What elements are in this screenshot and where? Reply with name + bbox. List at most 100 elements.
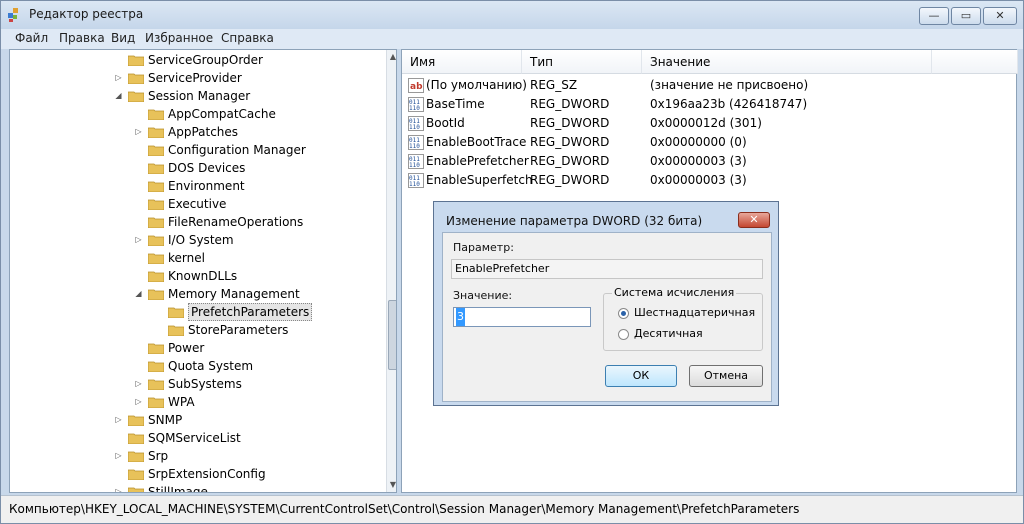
- value-row[interactable]: 011 110 EnableSuperfetch REG_DWORD 0x0000000…: [402, 171, 1018, 190]
- tree-node[interactable]: ▷ StillImage: [10, 483, 380, 492]
- minimize-button[interactable]: —: [919, 7, 949, 25]
- tree-node[interactable]: DOS Devices: [10, 159, 380, 177]
- tree-node[interactable]: ▷ SubSystems: [10, 375, 380, 393]
- tree-node-label: SNMP: [148, 413, 183, 427]
- tree-node-label: Quota System: [168, 359, 254, 373]
- tree-node[interactable]: ▷ Srp: [10, 447, 380, 465]
- dialog-title: Изменение параметра DWORD (32 бита): [446, 214, 703, 228]
- tree-expander-icon[interactable]: ▷: [134, 235, 143, 244]
- tree-expander-icon[interactable]: ▷: [114, 73, 123, 82]
- scroll-down-arrow[interactable]: ▼: [387, 478, 396, 492]
- tree-node[interactable]: ▷ I/O System: [10, 231, 380, 249]
- value-row[interactable]: 011 110 EnableBootTrace REG_DWORD 0x00000000…: [402, 133, 1018, 152]
- folder-icon: [128, 433, 144, 444]
- tree-node[interactable]: SQMServiceList: [10, 429, 380, 447]
- tree-node-label: Environment: [168, 179, 245, 193]
- svg-text:110: 110: [409, 105, 420, 112]
- tree-node[interactable]: Environment: [10, 177, 380, 195]
- tree-scrollbar[interactable]: ▲ ▼: [386, 50, 396, 492]
- folder-icon: [148, 163, 164, 174]
- column-header-type[interactable]: Тип: [522, 50, 642, 74]
- menu-help[interactable]: Справка: [221, 31, 274, 45]
- value-row[interactable]: ab (По умолчанию) REG_SZ (значение не присв…: [402, 76, 1018, 95]
- tree-node-label: WPA: [168, 395, 195, 409]
- tree-node[interactable]: kernel: [10, 249, 380, 267]
- tree-node[interactable]: Quota System: [10, 357, 380, 375]
- folder-icon: [148, 271, 164, 282]
- binary-value-icon: 011110: [408, 173, 424, 188]
- tree-expander-icon[interactable]: ◢: [114, 91, 123, 100]
- tree-node[interactable]: FileRenameOperations: [10, 213, 380, 231]
- folder-icon: [148, 181, 164, 192]
- radio-hex[interactable]: [618, 308, 629, 319]
- tree-expander-icon[interactable]: ◢: [134, 289, 143, 298]
- tree-node[interactable]: ▷ SNMP: [10, 411, 380, 429]
- cancel-button[interactable]: Отмена: [689, 365, 763, 387]
- maximize-button[interactable]: ▭: [951, 7, 981, 25]
- tree-node[interactable]: ◢ Memory Management: [10, 285, 380, 303]
- tree-node[interactable]: StoreParameters: [10, 321, 380, 339]
- folder-icon: [128, 487, 144, 492]
- scroll-up-arrow[interactable]: ▲: [387, 50, 396, 64]
- tree-node[interactable]: Power: [10, 339, 380, 357]
- scroll-thumb[interactable]: [388, 300, 396, 370]
- value-text: 3: [456, 308, 465, 326]
- registry-editor-icon: [8, 8, 18, 22]
- radix-group: Система исчисления Шестнадцатеричная Дес…: [603, 286, 763, 351]
- tree-expander-icon[interactable]: ▷: [134, 379, 143, 388]
- tree-node[interactable]: KnownDLLs: [10, 267, 380, 285]
- tree-node[interactable]: Configuration Manager: [10, 141, 380, 159]
- radio-hex-label[interactable]: Шестнадцатеричная: [634, 306, 755, 319]
- dialog-body: Параметр: EnablePrefetcher Значение: 3 С…: [442, 232, 772, 402]
- menu-view[interactable]: Вид: [111, 31, 135, 45]
- menu-bar: Файл Правка Вид Избранное Справка: [1, 29, 1023, 49]
- svg-text:110: 110: [409, 124, 420, 131]
- tree-node[interactable]: ▷ AppPatches: [10, 123, 380, 141]
- tree-node[interactable]: AppCompatCache: [10, 105, 380, 123]
- value-type: REG_DWORD: [530, 116, 610, 130]
- tree-expander-icon[interactable]: ▷: [134, 397, 143, 406]
- value-name: EnableSuperfetch: [426, 173, 533, 187]
- tree-node[interactable]: ServiceGroupOrder: [10, 51, 380, 69]
- edit-dword-dialog: Изменение параметра DWORD (32 бита) ✕ Па…: [433, 201, 779, 406]
- value-value: 0x0000012d (301): [650, 116, 762, 130]
- registry-editor-window: Редактор реестра — ▭ ✕ Файл Правка Вид И…: [0, 0, 1024, 524]
- tree-node[interactable]: ▷ WPA: [10, 393, 380, 411]
- value-row[interactable]: 011 110 EnablePrefetcher REG_DWORD 0x0000000…: [402, 152, 1018, 171]
- menu-edit[interactable]: Правка: [59, 31, 105, 45]
- tree-node[interactable]: ◢ Session Manager: [10, 87, 380, 105]
- tree-expander-icon[interactable]: ▷: [114, 415, 123, 424]
- tree-node-label: KnownDLLs: [168, 269, 238, 283]
- tree-node[interactable]: Executive: [10, 195, 380, 213]
- tree-node-label: kernel: [168, 251, 205, 265]
- tree-node[interactable]: SrpExtensionConfig: [10, 465, 380, 483]
- folder-icon: [148, 235, 164, 246]
- value-type: REG_DWORD: [530, 173, 610, 187]
- folder-icon: [128, 451, 144, 462]
- value-row[interactable]: 011 110 BootId REG_DWORD 0x0000012d (301): [402, 114, 1018, 133]
- value-value: 0x00000003 (3): [650, 173, 747, 187]
- ok-button[interactable]: ОК: [605, 365, 677, 387]
- dialog-close-button[interactable]: ✕: [738, 212, 770, 228]
- value-label: Значение:: [453, 289, 513, 302]
- folder-icon: [148, 217, 164, 228]
- menu-file[interactable]: Файл: [15, 31, 48, 45]
- column-header-value[interactable]: Значение: [642, 50, 932, 74]
- radio-dec[interactable]: [618, 329, 629, 340]
- tree-expander-icon[interactable]: ▷: [114, 487, 123, 492]
- column-header-name[interactable]: Имя: [402, 50, 522, 74]
- radio-dec-label[interactable]: Десятичная: [634, 327, 703, 340]
- close-button[interactable]: ✕: [983, 7, 1017, 25]
- tree-node[interactable]: PrefetchParameters: [10, 303, 380, 321]
- value-type: REG_SZ: [530, 78, 578, 92]
- registry-tree[interactable]: ▷ StillImage SrpExtensionConfig ▷ Srp SQMServ…: [9, 49, 397, 493]
- tree-node-label: Memory Management: [168, 287, 300, 301]
- tree-expander-icon[interactable]: ▷: [114, 451, 123, 460]
- tree-node[interactable]: ▷ ServiceProvider: [10, 69, 380, 87]
- value-input[interactable]: 3: [453, 307, 591, 327]
- value-name: BaseTime: [426, 97, 485, 111]
- tree-expander-icon[interactable]: ▷: [134, 127, 143, 136]
- value-row[interactable]: 011 110 BaseTime REG_DWORD 0x196aa23b (42641…: [402, 95, 1018, 114]
- menu-favorites[interactable]: Избранное: [145, 31, 213, 45]
- folder-icon: [148, 361, 164, 372]
